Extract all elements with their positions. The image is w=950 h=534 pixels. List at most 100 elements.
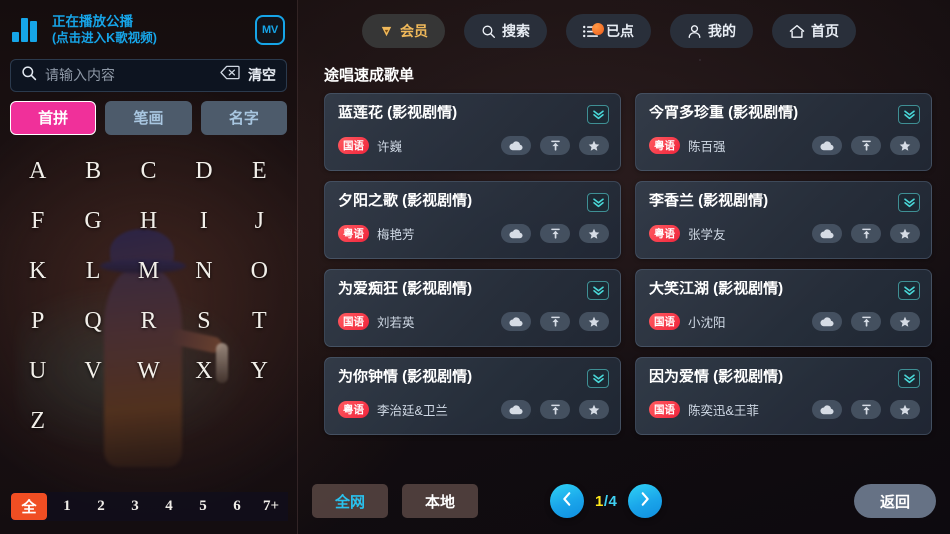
filter-6[interactable]: 6 (220, 492, 254, 521)
mv-button[interactable]: MV (255, 15, 285, 46)
nav-mine-button[interactable]: 我的 (670, 14, 753, 48)
next-page-button[interactable] (628, 484, 663, 518)
page-current: 1 (595, 492, 604, 510)
filter-2[interactable]: 2 (84, 492, 118, 521)
key-j[interactable]: J (232, 197, 287, 247)
tab-mingzi[interactable]: 名字 (200, 100, 287, 135)
pin-top-icon[interactable] (540, 224, 570, 243)
song-actions (501, 400, 609, 419)
key-o[interactable]: O (232, 247, 287, 297)
chevron-double-down-icon[interactable] (898, 369, 920, 388)
key-f[interactable]: F (10, 197, 65, 247)
source-online-button[interactable]: 全网 (312, 484, 388, 518)
key-y[interactable]: Y (232, 347, 287, 397)
key-v[interactable]: V (65, 347, 120, 397)
key-i[interactable]: I (176, 197, 231, 247)
cloud-icon[interactable] (812, 224, 842, 243)
filter-5[interactable]: 5 (186, 492, 220, 521)
song-card[interactable]: 为爱痴狂 (影视剧情) 国语 刘若英 (324, 269, 621, 347)
clear-search-button[interactable]: 清空 (248, 65, 276, 85)
cloud-icon[interactable] (501, 312, 531, 331)
search-icon (481, 24, 496, 39)
key-c[interactable]: C (121, 147, 176, 197)
star-icon[interactable] (890, 400, 920, 419)
cloud-icon[interactable] (501, 400, 531, 419)
key-s[interactable]: S (176, 297, 231, 347)
key-x[interactable]: X (176, 347, 231, 397)
pin-top-icon[interactable] (540, 312, 570, 331)
star-icon[interactable] (890, 312, 920, 331)
nav-vip-button[interactable]: 会员 (362, 14, 445, 48)
key-d[interactable]: D (176, 147, 231, 197)
key-t[interactable]: T (232, 297, 287, 347)
pin-top-icon[interactable] (851, 400, 881, 419)
key-g[interactable]: G (65, 197, 120, 247)
key-r[interactable]: R (121, 297, 176, 347)
key-u[interactable]: U (10, 347, 65, 397)
nav-selected-button[interactable]: 已点 (566, 14, 651, 48)
tab-bihua[interactable]: 笔画 (105, 100, 192, 135)
nav-search-button[interactable]: 搜索 (464, 14, 547, 48)
key-n[interactable]: N (176, 247, 231, 297)
filter-7plus[interactable]: 7+ (254, 492, 288, 521)
song-card[interactable]: 蓝莲花 (影视剧情) 国语 许巍 (324, 93, 621, 171)
language-badge: 国语 (338, 137, 369, 154)
search-input[interactable]: 请输入内容 (45, 65, 212, 85)
cloud-icon[interactable] (501, 136, 531, 155)
key-q[interactable]: Q (65, 297, 120, 347)
filter-all[interactable]: 全 (11, 493, 47, 520)
cloud-icon[interactable] (812, 312, 842, 331)
key-w[interactable]: W (121, 347, 176, 397)
tab-shoupin[interactable]: 首拼 (10, 100, 97, 135)
song-card[interactable]: 今宵多珍重 (影视剧情) 粤语 陈百强 (635, 93, 932, 171)
filter-4[interactable]: 4 (152, 492, 186, 521)
cloud-icon[interactable] (812, 400, 842, 419)
search-input-wrapper[interactable]: 请输入内容 清空 (10, 58, 287, 92)
star-icon[interactable] (579, 136, 609, 155)
chevron-double-down-icon[interactable] (587, 281, 609, 300)
chevron-double-down-icon[interactable] (587, 105, 609, 124)
key-l[interactable]: L (65, 247, 120, 297)
chevron-double-down-icon[interactable] (898, 281, 920, 300)
chevron-double-down-icon[interactable] (587, 369, 609, 388)
key-h[interactable]: H (121, 197, 176, 247)
prev-page-button[interactable] (550, 484, 584, 518)
key-m[interactable]: M (121, 247, 176, 297)
song-card[interactable]: 李香兰 (影视剧情) 粤语 张学友 (635, 181, 932, 259)
now-playing-subtitle: (点击进入K歌视频) (52, 30, 157, 45)
song-card[interactable]: 因为爱情 (影视剧情) 国语 陈奕迅&王菲 (635, 357, 932, 435)
song-card[interactable]: 为你钟情 (影视剧情) 粤语 李治廷&卫兰 (324, 357, 621, 435)
chevron-double-down-icon[interactable] (898, 105, 920, 124)
chevron-double-down-icon[interactable] (587, 193, 609, 212)
left-search-panel: 正在播放公播 (点击进入K歌视频) MV 请输入内容 清空 首拼 笔画 名字 A… (0, 0, 298, 534)
song-card[interactable]: 夕阳之歌 (影视剧情) 粤语 梅艳芳 (324, 181, 621, 259)
pin-top-icon[interactable] (851, 312, 881, 331)
key-k[interactable]: K (10, 247, 65, 297)
key-a[interactable]: A (10, 147, 65, 197)
nav-home-button[interactable]: 首页 (772, 14, 856, 48)
pin-top-icon[interactable] (851, 224, 881, 243)
filter-3[interactable]: 3 (118, 492, 152, 521)
key-z[interactable]: Z (10, 397, 65, 447)
cloud-icon[interactable] (812, 136, 842, 155)
backspace-icon[interactable] (220, 65, 240, 85)
page-total: 4 (608, 492, 618, 510)
pin-top-icon[interactable] (851, 136, 881, 155)
pin-top-icon[interactable] (540, 400, 570, 419)
song-card[interactable]: 大笑江湖 (影视剧情) 国语 小沈阳 (635, 269, 932, 347)
cloud-icon[interactable] (501, 224, 531, 243)
star-icon[interactable] (890, 136, 920, 155)
back-button[interactable]: 返回 (854, 484, 936, 518)
source-local-button[interactable]: 本地 (402, 484, 478, 518)
now-playing-bar[interactable]: 正在播放公播 (点击进入K歌视频) MV (10, 0, 287, 57)
star-icon[interactable] (579, 400, 609, 419)
star-icon[interactable] (890, 224, 920, 243)
key-p[interactable]: P (10, 297, 65, 347)
star-icon[interactable] (579, 224, 609, 243)
chevron-double-down-icon[interactable] (898, 193, 920, 212)
star-icon[interactable] (579, 312, 609, 331)
pin-top-icon[interactable] (540, 136, 570, 155)
key-e[interactable]: E (232, 147, 287, 197)
filter-1[interactable]: 1 (50, 492, 84, 521)
key-b[interactable]: B (65, 147, 120, 197)
